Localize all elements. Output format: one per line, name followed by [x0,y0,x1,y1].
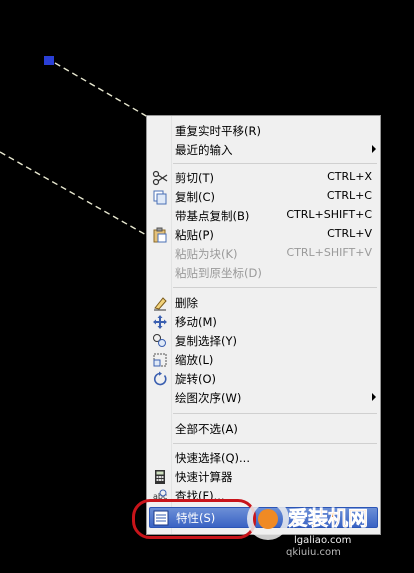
submenu-arrow-icon [372,393,376,401]
copy-icon [153,190,167,205]
menu-item-recent-input[interactable]: 最近的输入 [149,140,378,159]
menu-item-copy-with-basepoint[interactable]: 带基点复制(B) CTRL+SHIFT+C [149,206,378,225]
shortcut-label: CTRL+V [327,227,372,240]
separator [173,163,377,164]
menu-item-paste-to-original: 粘贴到原坐标(D) [149,263,378,282]
watermark-logo: 爱装机网 lgaliao.com qkiuiu.com [247,498,368,557]
menu-item-label: 剪切(T) [175,171,214,185]
shortcut-label: CTRL+C [326,189,372,202]
shortcut-label: CTRL+X [327,170,372,183]
menu-item-move[interactable]: 移动(M) [149,312,378,331]
calculator-icon [155,470,165,484]
menu-item-rotate[interactable]: 旋转(O) [149,369,378,388]
menu-item-quick-select[interactable]: 快速选择(Q)... [149,448,378,467]
menu-item-label: 移动(M) [175,315,217,329]
highlight-ring [132,499,256,539]
menu-item-label: 粘贴为块(K) [175,247,238,261]
menu-item-label: 粘贴(P) [175,228,214,242]
paste-icon [153,227,167,243]
menu-item-paste[interactable]: 粘贴(P) CTRL+V [149,225,378,244]
menu-item-label: 重复实时平移(R) [175,124,261,138]
menu-item-label: 最近的输入 [175,143,233,157]
scale-icon [153,353,167,367]
submenu-arrow-icon [372,145,376,153]
separator [173,413,377,414]
dashed-line-1 [54,62,149,118]
blue-grip[interactable] [44,56,54,65]
menu-item-label: 带基点复制(B) [175,209,250,223]
menu-item-label: 绘图次序(W) [175,391,242,405]
menu-item-label: 旋转(O) [175,372,217,386]
menu-item-label: 全部不选(A) [175,422,238,436]
rotate-icon [154,371,167,386]
separator [173,287,377,288]
menu-item-deselect-all[interactable]: 全部不选(A) [149,419,378,438]
menu-item-cut[interactable]: 剪切(T) CTRL+X [149,168,378,187]
scissors-icon [152,170,168,186]
menu-item-label: 复制选择(Y) [175,334,237,348]
svg-text:爱装机网: 爱装机网 [288,506,368,530]
move-icon [153,315,167,329]
menu-item-label: 删除 [175,296,198,310]
menu-item-paste-as-block: 粘贴为块(K) CTRL+SHIFT+V [149,244,378,263]
svg-text:qkiuiu.com: qkiuiu.com [286,547,341,557]
svg-text:lgaliao.com: lgaliao.com [294,535,351,546]
shortcut-label: CTRL+SHIFT+C [286,208,372,221]
menu-item-draw-order[interactable]: 绘图次序(W) [149,388,378,407]
shortcut-label: CTRL+SHIFT+V [286,246,372,259]
menu-item-label: 缩放(L) [175,353,214,367]
dashed-line-2 [0,151,149,237]
menu-item-label: 复制(C) [175,190,216,204]
menu-item-repeat-pan[interactable]: 重复实时平移(R) [149,121,378,140]
menu-item-copy-selection[interactable]: 复制选择(Y) [149,331,378,350]
menu-item-label: 粘贴到原坐标(D) [175,266,262,280]
eraser-icon [154,297,167,311]
menu-item-quick-calc[interactable]: 快速计算器 [149,467,378,486]
menu-item-label: 快速计算器 [175,470,233,484]
context-menu: 重复实时平移(R) 最近的输入 剪切(T) CTRL+X 复制(C) CTRL+… [146,115,381,535]
menu-item-delete[interactable]: 删除 [149,293,378,312]
menu-item-scale[interactable]: 缩放(L) [149,350,378,369]
menu-item-label: 快速选择(Q)... [175,451,250,465]
menu-item-copy[interactable]: 复制(C) CTRL+C [149,187,378,206]
separator [173,443,377,444]
copy-selection-icon [153,334,166,347]
